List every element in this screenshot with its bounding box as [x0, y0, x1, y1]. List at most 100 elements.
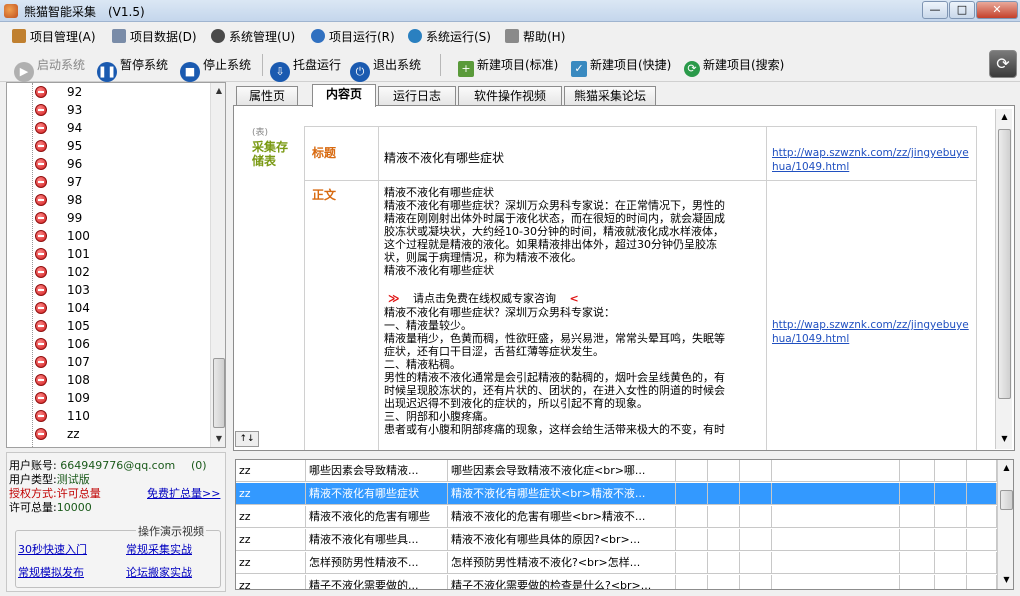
- scroll-up-icon[interactable]: ▲: [211, 83, 225, 99]
- expand-quota-link[interactable]: 免费扩总量>>: [147, 487, 220, 501]
- scroll-down-icon[interactable]: ▼: [996, 431, 1013, 447]
- start-system-button[interactable]: ▶ 启动系统: [14, 54, 85, 82]
- table-scroll-thumb[interactable]: [1000, 490, 1013, 510]
- search-project-icon: ⟳: [684, 61, 700, 77]
- body-field-label: 正文: [312, 188, 337, 202]
- toolbar: ▶ 启动系统 ❚❚ 暂停系统 ■ 停止系统 ⇩ 托盘运行 ⏻ 退出系统 + 新建项目(标准)…: [0, 48, 1020, 82]
- exit-system-button[interactable]: ⏻ 退出系统: [350, 54, 422, 82]
- title-source-link[interactable]: http://wap.szwznk.com/zz/jingyebuyehua/1…: [772, 146, 972, 174]
- stop-status-icon: [35, 104, 47, 116]
- menu-label: 系统运行(S): [426, 30, 491, 44]
- menu-help[interactable]: 帮助(H): [505, 28, 565, 46]
- pause-system-button[interactable]: ❚❚ 暂停系统: [97, 54, 168, 82]
- table-row[interactable]: zz 精液不液化有哪些具... 精液不液化有哪些具体的原因?<br>...: [236, 529, 998, 551]
- table-cell: 怎样预防男性精液不液化?<br>怎样...: [448, 552, 676, 574]
- table-cell: [676, 575, 708, 589]
- close-button[interactable]: ✕: [976, 1, 1018, 19]
- maximize-button[interactable]: □: [949, 1, 975, 19]
- body-line: 时候呈现胶冻状的，还有片状的、团状的，在进入女性的阴道的时候会: [384, 384, 725, 397]
- user-type-row: 用户类型:测试版: [9, 473, 90, 487]
- tab-video[interactable]: 软件操作视频: [458, 86, 562, 106]
- table-cell: 哪些因素会导致精液...: [306, 460, 448, 482]
- tab-content[interactable]: 内容页: [312, 84, 376, 107]
- menu-project-run[interactable]: 项目运行(R): [311, 28, 395, 46]
- demo-forum-link[interactable]: 论坛搬家实战: [126, 564, 192, 580]
- new-project-standard-button[interactable]: + 新建项目(标准): [458, 54, 559, 77]
- table-cell: [900, 506, 935, 528]
- stop-status-icon: [35, 122, 47, 134]
- sync-icon: [408, 29, 422, 43]
- tab-properties[interactable]: 属性页: [236, 86, 298, 106]
- table-cell: [708, 575, 740, 589]
- scroll-down-icon[interactable]: ▼: [211, 431, 225, 447]
- tray-run-button[interactable]: ⇩ 托盘运行: [270, 54, 341, 82]
- body-source-link[interactable]: http://wap.szwznk.com/zz/jingyebuyehua/1…: [772, 318, 972, 346]
- tree-item-label: 100: [67, 229, 90, 243]
- refresh-icon[interactable]: ⟳: [989, 50, 1017, 78]
- stop-status-icon: [35, 410, 47, 422]
- table-scrollbar[interactable]: ▲ ▼: [997, 460, 1013, 589]
- new-project-search-button[interactable]: ⟳ 新建项目(搜索): [684, 54, 784, 77]
- demo-quickstart-link[interactable]: 30秒快速入门: [18, 541, 87, 557]
- tab-forum[interactable]: 熊猫采集论坛: [564, 86, 656, 106]
- body-line: 这个过程就是精液的液化。如果精液排出体外，超过30分钟仍呈胶冻: [384, 238, 717, 251]
- menu-project-data[interactable]: 项目数据(D): [112, 28, 197, 46]
- table-cell: zz: [236, 460, 306, 482]
- table-cell: 精液不液化有哪些症状<br>精液不液...: [448, 483, 676, 505]
- tree-item-label: 105: [67, 319, 90, 333]
- stop-system-button[interactable]: ■ 停止系统: [180, 54, 252, 82]
- consult-promo[interactable]: ≫ 请点击免费在线权威专家咨询 <: [388, 290, 579, 306]
- grid-line: [304, 126, 976, 127]
- tree-connector: [32, 83, 33, 447]
- new-standard-label: 新建项目(标准): [477, 58, 559, 72]
- tab-run-log[interactable]: 运行日志: [378, 86, 456, 106]
- table-row[interactable]: zz 精子不液化需要做的... 精子不液化需要做的检查是什么?<br>...: [236, 575, 998, 589]
- stop-status-icon: [35, 428, 47, 440]
- tree-item-label: 108: [67, 373, 90, 387]
- tree-scroll-thumb[interactable]: [213, 358, 225, 428]
- stop-status-icon: [35, 158, 47, 170]
- tree-item-label: 99: [67, 211, 83, 225]
- play-icon: ▶: [14, 62, 34, 82]
- table-row[interactable]: zz 哪些因素会导致精液... 哪些因素会导致精液不液化症<br>哪...: [236, 460, 998, 482]
- grid-line: [378, 126, 379, 450]
- table-row[interactable]: zz 怎样预防男性精液不... 怎样预防男性精液不液化?<br>怎样...: [236, 552, 998, 574]
- stop-label: 停止系统: [203, 58, 252, 72]
- scroll-up-icon[interactable]: ▲: [998, 460, 1013, 476]
- menu-system-manage[interactable]: 系统管理(U): [211, 28, 295, 46]
- tree-scrollbar[interactable]: ▲ ▼: [210, 83, 225, 447]
- table-cell: zz: [236, 552, 306, 574]
- table-cell: 哪些因素会导致精液不液化症<br>哪...: [448, 460, 676, 482]
- exit-label: 退出系统: [373, 58, 422, 72]
- type-value: 测试版: [56, 473, 90, 486]
- body-line: 精液不液化有哪些症状: [384, 186, 494, 199]
- table-cell: [900, 552, 935, 574]
- body-line: 一、精液量较少。: [384, 319, 472, 332]
- scroll-up-icon[interactable]: ▲: [996, 109, 1013, 125]
- menu-label: 项目运行(R): [329, 30, 395, 44]
- resize-arrows-icon[interactable]: ↑↓: [235, 431, 259, 447]
- body-line: 精液在刚刚射出体外时属于液化状态，而在很短的时间内，就会凝固成: [384, 212, 725, 225]
- project-tree: 92 93 94 95 96 97 98 99 100 101 102 103 104 105 106 107…: [6, 82, 226, 448]
- table-cell: [708, 483, 740, 505]
- storage-table-label: (表) 采集存储表: [252, 126, 304, 168]
- table-row[interactable]: zz 精液不液化的危害有哪些 精液不液化的危害有哪些<br>精液不...: [236, 506, 998, 528]
- stop-status-icon: [35, 374, 47, 386]
- content-scroll-thumb[interactable]: [998, 129, 1011, 399]
- scroll-down-icon[interactable]: ▼: [998, 572, 1013, 588]
- demo-publish-link[interactable]: 常规模拟发布: [18, 564, 84, 580]
- demo-collect-link[interactable]: 常规采集实战: [126, 541, 192, 557]
- body-line: 男性的精液不液化通常是会引起精液的黏稠的，烟叶会呈线黄色的，有: [384, 371, 725, 384]
- body-line: 三、阴部和小腹疼痛。: [384, 410, 494, 423]
- stop-status-icon: [35, 356, 47, 368]
- menu-project-manage[interactable]: 项目管理(A): [12, 28, 96, 46]
- table-icon: [112, 29, 126, 43]
- body-line: 精液不液化有哪些症状: [384, 264, 494, 277]
- menu-system-run[interactable]: 系统运行(S): [408, 28, 491, 46]
- account-count: (0): [191, 459, 207, 472]
- minimize-button[interactable]: —: [922, 1, 948, 19]
- stop-status-icon: [35, 194, 47, 206]
- new-project-quick-button[interactable]: ✓ 新建项目(快捷): [571, 54, 671, 77]
- content-scrollbar[interactable]: ▲ ▼: [995, 109, 1012, 449]
- table-row[interactable]: zz 精液不液化有哪些症状 精液不液化有哪些症状<br>精液不液...: [236, 483, 998, 505]
